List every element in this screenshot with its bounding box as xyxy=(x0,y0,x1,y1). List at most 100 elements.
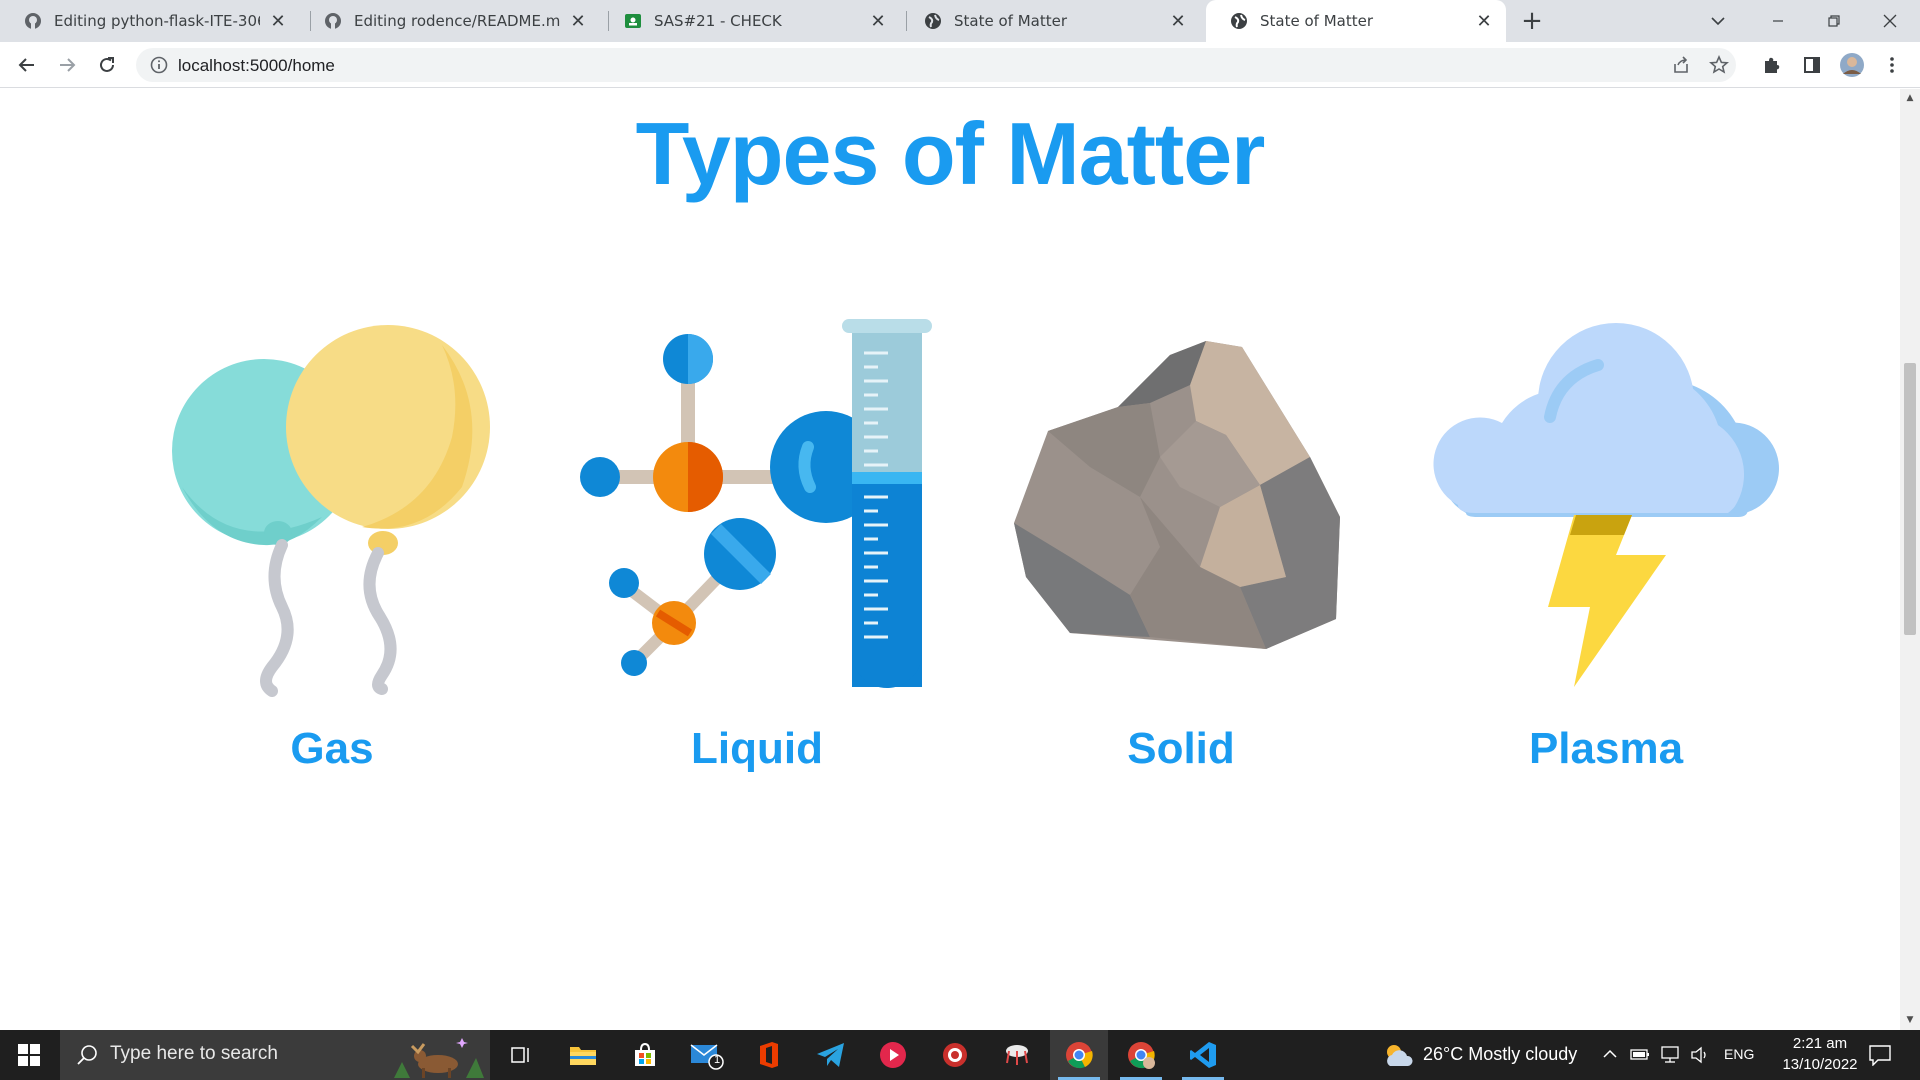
office-icon xyxy=(760,1042,778,1068)
tab-title: Editing python-flask-ITE-306-SAS xyxy=(54,12,260,30)
battery-icon[interactable] xyxy=(1630,1046,1650,1062)
tab-state-of-matter[interactable]: State of Matter ✕ xyxy=(900,0,1200,42)
volume-icon[interactable] xyxy=(1690,1045,1712,1065)
star-icon[interactable] xyxy=(1709,55,1729,75)
task-view-icon xyxy=(511,1047,529,1063)
globe-icon xyxy=(924,12,942,30)
info-icon[interactable] xyxy=(150,56,168,74)
minimize-button[interactable] xyxy=(1750,0,1806,42)
page-scrollbar[interactable]: ▲ ▼ xyxy=(1900,89,1920,1030)
language-indicator[interactable]: ENG xyxy=(1724,1046,1754,1062)
task-view-button[interactable] xyxy=(492,1030,550,1080)
office-button[interactable] xyxy=(740,1030,798,1080)
tab-title: State of Matter xyxy=(1260,12,1373,30)
page-title: Types of Matter xyxy=(635,104,1266,203)
new-tab-button[interactable]: + xyxy=(1518,8,1546,36)
address-bar[interactable]: localhost:5000/home xyxy=(136,48,1736,82)
close-icon[interactable]: ✕ xyxy=(1168,11,1188,32)
chevron-down-icon xyxy=(1711,17,1725,26)
vscode-icon xyxy=(1190,1042,1216,1068)
item-label-plasma: Plasma xyxy=(1528,724,1684,773)
folder-icon xyxy=(570,1047,596,1065)
reload-button[interactable] xyxy=(91,49,123,81)
restore-icon xyxy=(1828,15,1840,27)
arrow-left-icon xyxy=(18,58,34,72)
store-icon xyxy=(635,1042,655,1066)
side-panel-button[interactable] xyxy=(1796,49,1828,81)
windows-taskbar: Type here to search 1 26°C Mostly cloudy xyxy=(0,1030,1920,1080)
chrome-profile-button[interactable] xyxy=(1112,1030,1170,1080)
network-icon[interactable] xyxy=(1660,1045,1682,1065)
notifications-icon[interactable] xyxy=(1868,1044,1892,1066)
app-button-red-circle[interactable] xyxy=(926,1030,984,1080)
more-vertical-icon xyxy=(1890,57,1894,73)
balloons-icon xyxy=(172,325,490,697)
tab-title: SAS#21 - CHECK xyxy=(654,12,782,30)
telegram-icon xyxy=(817,1043,844,1067)
tab-editing-readme[interactable]: Editing rodence/README.md at r ✕ xyxy=(300,0,600,42)
clock-time[interactable]: 2:21 am xyxy=(1782,1035,1858,1052)
item-label-liquid: Liquid xyxy=(691,724,823,773)
profile-avatar[interactable] xyxy=(1836,49,1868,81)
vscode-button[interactable] xyxy=(1174,1030,1232,1080)
scroll-thumb[interactable] xyxy=(1904,363,1916,635)
github-icon xyxy=(324,12,342,30)
avatar-icon xyxy=(1840,53,1864,77)
close-icon[interactable]: ✕ xyxy=(568,11,588,32)
close-window-button[interactable] xyxy=(1862,0,1918,42)
tab-editing-python-flask[interactable]: Editing python-flask-ITE-306-SAS ✕ xyxy=(0,0,300,42)
url-text: localhost:5000/home xyxy=(178,56,335,75)
github-icon xyxy=(24,12,42,30)
page-content: Types of Matter Gas Liquid Solid Plasma xyxy=(0,89,1900,1030)
share-icon[interactable] xyxy=(1672,56,1690,74)
mail-button[interactable]: 1 xyxy=(678,1030,736,1080)
tab-title: State of Matter xyxy=(954,12,1067,30)
item-label-solid: Solid xyxy=(1127,724,1235,773)
rock-icon xyxy=(1014,341,1340,649)
restore-button[interactable] xyxy=(1806,0,1862,42)
play-icon xyxy=(880,1042,906,1068)
chrome-icon xyxy=(1066,1042,1093,1069)
forward-button[interactable] xyxy=(51,49,83,81)
storm-cloud-icon xyxy=(1433,323,1779,687)
scroll-down-arrow[interactable]: ▼ xyxy=(1905,1015,1915,1025)
tab-sas21-check[interactable]: SAS#21 - CHECK ✕ xyxy=(600,0,900,42)
chevron-up-icon[interactable] xyxy=(1602,1046,1618,1062)
side-panel-icon xyxy=(1804,57,1820,73)
search-icon xyxy=(77,1045,97,1065)
globe-icon xyxy=(1230,12,1248,30)
minimize-icon xyxy=(1773,20,1783,22)
browser-toolbar: localhost:5000/home xyxy=(0,42,1920,88)
close-icon xyxy=(1883,14,1897,28)
close-icon[interactable]: ✕ xyxy=(868,11,888,32)
mail-badge-count: 1 xyxy=(714,1054,721,1066)
puzzle-icon xyxy=(1765,57,1780,73)
molecules-test-tube-icon xyxy=(580,319,932,688)
chrome-icon xyxy=(1128,1042,1155,1069)
scroll-up-arrow[interactable]: ▲ xyxy=(1905,93,1915,103)
weather-text[interactable]: 26°C Mostly cloudy xyxy=(1423,1044,1577,1065)
close-icon[interactable]: ✕ xyxy=(1474,11,1494,32)
extensions-button[interactable] xyxy=(1756,49,1788,81)
item-label-gas: Gas xyxy=(290,724,374,773)
tab-title: Editing rodence/README.md at r xyxy=(354,12,560,30)
menu-button[interactable] xyxy=(1876,49,1908,81)
app-button-fan[interactable] xyxy=(988,1030,1046,1080)
tab-state-of-matter-active[interactable]: State of Matter ✕ xyxy=(1206,0,1506,42)
chrome-button[interactable] xyxy=(1050,1030,1108,1080)
reload-icon xyxy=(100,57,114,72)
file-explorer-button[interactable] xyxy=(554,1030,612,1080)
google-classroom-icon xyxy=(624,12,642,30)
arrow-right-icon xyxy=(60,58,76,72)
tab-strip: Editing python-flask-ITE-306-SAS ✕ Editi… xyxy=(0,0,1920,42)
tab-search-button[interactable] xyxy=(1690,0,1746,42)
close-icon[interactable]: ✕ xyxy=(268,11,288,32)
start-button[interactable] xyxy=(0,1030,58,1080)
microsoft-store-button[interactable] xyxy=(616,1030,674,1080)
back-button[interactable] xyxy=(11,49,43,81)
clock-date[interactable]: 13/10/2022 xyxy=(1768,1056,1872,1073)
media-player-button[interactable] xyxy=(864,1030,922,1080)
telegram-button[interactable] xyxy=(802,1030,860,1080)
weather-icon[interactable] xyxy=(1382,1042,1414,1068)
taskbar-search-box[interactable]: Type here to search xyxy=(60,1030,490,1080)
